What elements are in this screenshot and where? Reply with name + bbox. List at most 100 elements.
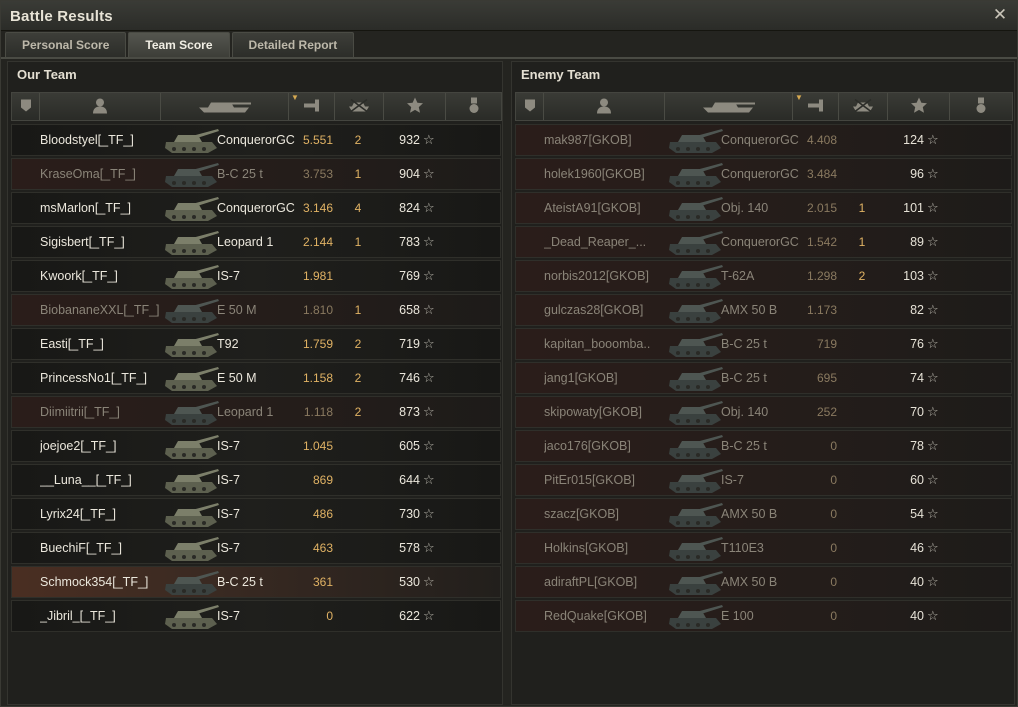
star-icon: ☆ — [927, 472, 939, 487]
tank-image-icon — [162, 534, 220, 562]
player-row[interactable]: BuechiF[_TF_] IS-7 463 578 ☆ — [11, 532, 501, 564]
kills-value: 2 — [354, 371, 362, 385]
player-row[interactable]: RedQuake[GKOB] E 100 0 40 ☆ — [515, 600, 1012, 632]
xp-value: 40 — [910, 575, 924, 589]
xp-value: 904 — [399, 167, 420, 181]
player-name: _Dead_Reaper_... — [544, 235, 647, 249]
player-row[interactable]: skipowaty[GKOB] Obj. 140 252 70 ☆ — [515, 396, 1012, 428]
tank-name: ConquerorGC — [217, 201, 295, 215]
player-row[interactable]: Kwoork[_TF_] IS-7 1.981 769 ☆ — [11, 260, 501, 292]
player-row[interactable]: jang1[GKOB] B-C 25 t 695 74 ☆ — [515, 362, 1012, 394]
player-row[interactable]: Lyrix24[_TF_] IS-7 486 730 ☆ — [11, 498, 501, 530]
tank-name: B-C 25 t — [721, 439, 767, 453]
header-medal[interactable] — [446, 93, 501, 120]
player-name: PitEr015[GKOB] — [544, 473, 636, 487]
player-row[interactable]: AteistA91[GKOB] Obj. 140 2.015 1 101 ☆ — [515, 192, 1012, 224]
player-row[interactable]: KraseOma[_TF_] B-C 25 t 3.753 1 904 ☆ — [11, 158, 501, 190]
player-row[interactable]: msMarlon[_TF_] ConquerorGC 3.146 4 824 ☆ — [11, 192, 501, 224]
kills-value — [838, 499, 886, 529]
header-kills[interactable] — [335, 93, 384, 120]
star-icon: ☆ — [927, 370, 939, 385]
player-row[interactable]: PrincessNo1[_TF_] E 50 M 1.158 2 746 ☆ — [11, 362, 501, 394]
tank-name: AMX 50 B — [721, 507, 778, 521]
kills-value — [838, 329, 886, 359]
player-name: PrincessNo1[_TF_] — [40, 371, 147, 385]
header-medal[interactable] — [950, 93, 1012, 120]
star-icon: ☆ — [927, 200, 939, 215]
star-icon: ☆ — [423, 234, 435, 249]
tank-name: B-C 25 t — [721, 371, 767, 385]
star-icon: ☆ — [927, 336, 939, 351]
player-row[interactable]: jaco176[GKOB] B-C 25 t 0 78 ☆ — [515, 430, 1012, 462]
tank-name: IS-7 — [217, 473, 240, 487]
tab-detailed-report[interactable]: Detailed Report — [231, 32, 355, 57]
tank-name: E 50 M — [217, 371, 257, 385]
damage-value: 1.981 — [302, 269, 333, 283]
tank-name: Obj. 140 — [721, 405, 769, 419]
player-row[interactable]: BiobananeXXL[_TF_] E 50 M 1.810 1 658 ☆ — [11, 294, 501, 326]
xp-value: 76 — [910, 337, 924, 351]
star-icon: ☆ — [927, 132, 939, 147]
player-row[interactable]: PitEr015[GKOB] IS-7 0 60 ☆ — [515, 464, 1012, 496]
header-xp[interactable] — [384, 93, 446, 120]
close-icon[interactable]: ✕ — [991, 6, 1009, 24]
player-name: AteistA91[GKOB] — [544, 201, 641, 215]
header-xp[interactable] — [888, 93, 950, 120]
tank-image-icon — [162, 296, 220, 324]
player-row[interactable]: Diimiitrii[_TF_] Leopard 1 1.118 2 873 ☆ — [11, 396, 501, 428]
header-tank[interactable] — [161, 93, 289, 120]
player-row[interactable]: mak987[GKOB] ConquerorGC 4.408 124 ☆ — [515, 124, 1012, 156]
xp-value: 605 — [399, 439, 420, 453]
tank-name: T-62A — [721, 269, 755, 283]
tank-name: IS-7 — [217, 541, 240, 555]
star-icon: ☆ — [927, 166, 939, 181]
damage-value: 252 — [816, 405, 837, 419]
player-row[interactable]: norbis2012[GKOB] T-62A 1.298 2 103 ☆ — [515, 260, 1012, 292]
tank-image-icon — [162, 432, 220, 460]
player-row[interactable]: Bloodstyel[_TF_] ConquerorGC 5.551 2 932 ☆ — [11, 124, 501, 156]
kills-value — [838, 567, 886, 597]
player-row[interactable]: Easti[_TF_] T92 1.759 2 719 ☆ — [11, 328, 501, 360]
tab-bar: Personal Score Team Score Detailed Repor… — [5, 32, 356, 58]
player-row[interactable]: kapitan_booomba.. B-C 25 t 719 76 ☆ — [515, 328, 1012, 360]
player-row[interactable]: Sigisbert[_TF_] Leopard 1 2.144 1 783 ☆ — [11, 226, 501, 258]
player-name: KraseOma[_TF_] — [40, 167, 136, 181]
header-squad[interactable] — [12, 93, 40, 120]
tank-name: B-C 25 t — [217, 167, 263, 181]
player-row[interactable]: __Luna__[_TF_] IS-7 869 644 ☆ — [11, 464, 501, 496]
tank-name: T92 — [217, 337, 239, 351]
tab-personal-score[interactable]: Personal Score — [5, 32, 127, 57]
player-row[interactable]: Holkins[GKOB] T110E3 0 46 ☆ — [515, 532, 1012, 564]
player-row[interactable]: holek1960[GKOB] ConquerorGC 3.484 96 ☆ — [515, 158, 1012, 190]
tank-image-icon — [162, 500, 220, 528]
header-squad[interactable] — [516, 93, 544, 120]
player-row[interactable]: adiraftPL[GKOB] AMX 50 B 0 40 ☆ — [515, 566, 1012, 598]
star-icon: ☆ — [423, 404, 435, 419]
xp-value: 89 — [910, 235, 924, 249]
header-damage[interactable]: ▼ — [289, 93, 335, 120]
player-row[interactable]: Schmock354[_TF_] B-C 25 t 361 530 ☆ — [11, 566, 501, 598]
xp-value: 124 — [903, 133, 924, 147]
player-row[interactable]: _Dead_Reaper_... ConquerorGC 1.542 1 89 ☆ — [515, 226, 1012, 258]
player-icon — [93, 97, 107, 116]
damage-value: 0 — [830, 473, 837, 487]
player-row[interactable]: gulczas28[GKOB] AMX 50 B 1.173 82 ☆ — [515, 294, 1012, 326]
header-tank[interactable] — [665, 93, 793, 120]
tank-image-icon — [666, 466, 724, 494]
player-row[interactable]: joejoe2[_TF_] IS-7 1.045 605 ☆ — [11, 430, 501, 462]
xp-value: 54 — [910, 507, 924, 521]
header-kills[interactable] — [839, 93, 888, 120]
star-icon: ☆ — [423, 200, 435, 215]
header-damage[interactable]: ▼ — [793, 93, 839, 120]
damage-value: 3.484 — [806, 167, 837, 181]
tank-image-icon — [666, 296, 724, 324]
star-icon: ☆ — [423, 302, 435, 317]
player-name: msMarlon[_TF_] — [40, 201, 131, 215]
player-row[interactable]: _Jibril_[_TF_] IS-7 0 622 ☆ — [11, 600, 501, 632]
tank-image-icon — [666, 534, 724, 562]
tab-team-score[interactable]: Team Score — [128, 32, 230, 57]
player-row[interactable]: szacz[GKOB] AMX 50 B 0 54 ☆ — [515, 498, 1012, 530]
header-player[interactable] — [544, 93, 665, 120]
medal-icon — [976, 97, 986, 116]
header-player[interactable] — [40, 93, 161, 120]
